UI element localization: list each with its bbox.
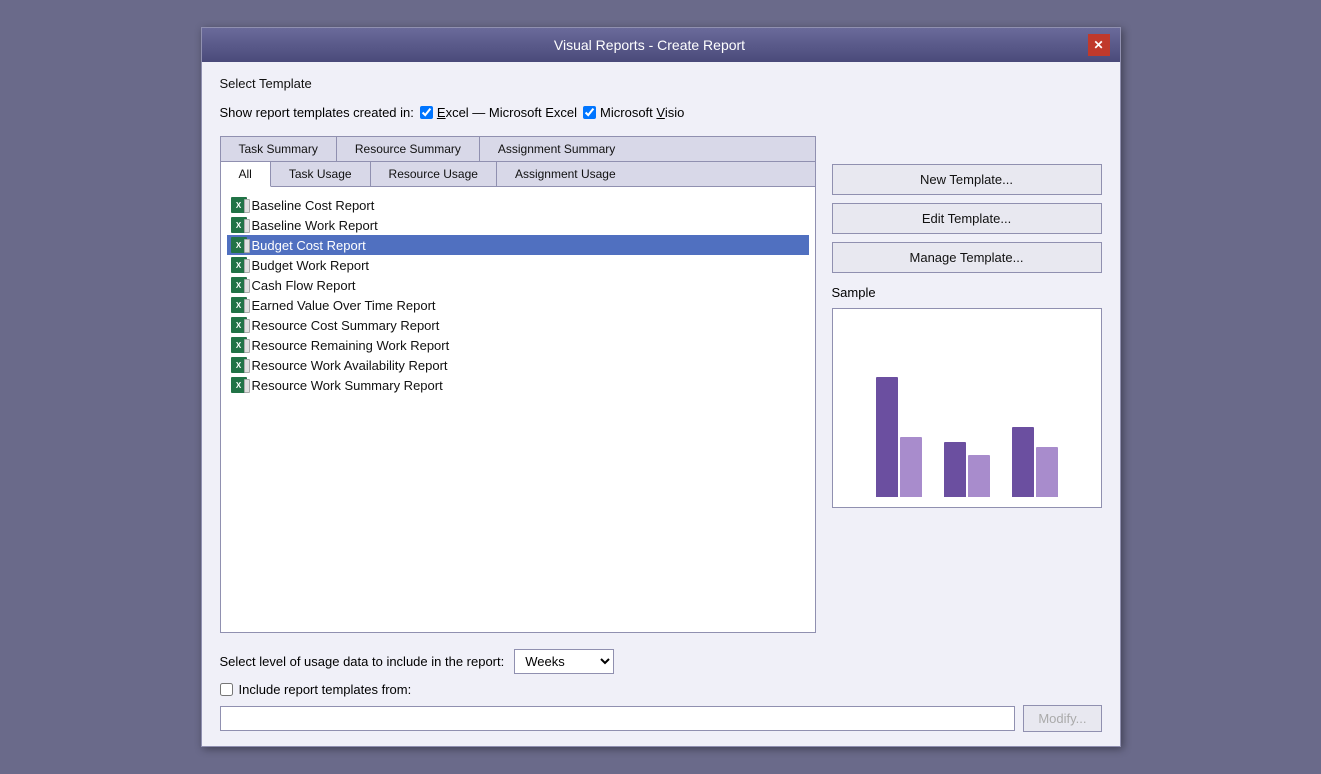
visio-label: Microsoft Visio bbox=[600, 105, 684, 120]
chart-group-3 bbox=[1012, 427, 1058, 497]
usage-row: Select level of usage data to include in… bbox=[220, 649, 1102, 674]
show-created-label: Show report templates created in: bbox=[220, 105, 414, 120]
visio-checkbox-label[interactable]: Microsoft Visio bbox=[583, 105, 684, 120]
close-button[interactable]: ✕ bbox=[1088, 34, 1110, 56]
title-bar: Visual Reports - Create Report ✕ bbox=[202, 28, 1120, 62]
report-label-4: Budget Work Report bbox=[252, 258, 370, 273]
dialog-title: Visual Reports - Create Report bbox=[212, 37, 1088, 53]
report-item-earned-value[interactable]: X Earned Value Over Time Report bbox=[227, 295, 809, 315]
main-area: Task Summary Resource Summary Assignment… bbox=[220, 136, 1102, 633]
show-created-row: Show report templates created in: Excel … bbox=[220, 105, 1102, 120]
report-item-resource-cost-summary[interactable]: X Resource Cost Summary Report bbox=[227, 315, 809, 335]
dialog-body: Select Template Show report templates cr… bbox=[202, 62, 1120, 746]
report-label-7: Resource Cost Summary Report bbox=[252, 318, 440, 333]
excel-icon-2: X bbox=[231, 217, 247, 233]
sample-chart bbox=[832, 308, 1102, 508]
usage-label: Select level of usage data to include in… bbox=[220, 654, 505, 669]
bar-1-1 bbox=[876, 377, 898, 497]
excel-icon-10: X bbox=[231, 377, 247, 393]
excel-icon-7: X bbox=[231, 317, 247, 333]
visio-checkbox[interactable] bbox=[583, 106, 596, 119]
include-row: Include report templates from: bbox=[220, 682, 1102, 697]
report-label-10: Resource Work Summary Report bbox=[252, 378, 443, 393]
chart-group-1 bbox=[876, 377, 922, 497]
bar-3-1 bbox=[1012, 427, 1034, 497]
tab-assignment-usage[interactable]: Assignment Usage bbox=[497, 162, 634, 186]
excel-icon-6: X bbox=[231, 297, 247, 313]
tab-task-usage[interactable]: Task Usage bbox=[271, 162, 371, 186]
tab-task-summary[interactable]: Task Summary bbox=[221, 137, 337, 161]
include-label: Include report templates from: bbox=[239, 682, 412, 697]
edit-template-button[interactable]: Edit Template... bbox=[832, 203, 1102, 234]
usage-select[interactable]: Weeks Days Months bbox=[514, 649, 614, 674]
report-label-8: Resource Remaining Work Report bbox=[252, 338, 450, 353]
report-label-1: Baseline Cost Report bbox=[252, 198, 375, 213]
report-label-9: Resource Work Availability Report bbox=[252, 358, 448, 373]
report-label-2: Baseline Work Report bbox=[252, 218, 378, 233]
tab-resource-summary[interactable]: Resource Summary bbox=[337, 137, 480, 161]
excel-icon-5: X bbox=[231, 277, 247, 293]
new-template-button[interactable]: New Template... bbox=[832, 164, 1102, 195]
manage-template-button[interactable]: Manage Template... bbox=[832, 242, 1102, 273]
report-label-5: Cash Flow Report bbox=[252, 278, 356, 293]
excel-checkbox-label[interactable]: Excel — Microsoft Excel bbox=[420, 105, 577, 120]
excel-icon-8: X bbox=[231, 337, 247, 353]
sample-label: Sample bbox=[832, 285, 1102, 300]
bottom-section: Select level of usage data to include in… bbox=[220, 649, 1102, 732]
report-item-resource-work-summary[interactable]: X Resource Work Summary Report bbox=[227, 375, 809, 395]
tab-row-2: All Task Usage Resource Usage Assignment… bbox=[221, 162, 815, 187]
tab-all[interactable]: All bbox=[221, 162, 271, 187]
select-template-label: Select Template bbox=[220, 76, 1102, 91]
include-checkbox[interactable] bbox=[220, 683, 233, 696]
report-item-baseline-work[interactable]: X Baseline Work Report bbox=[227, 215, 809, 235]
report-item-cash-flow[interactable]: X Cash Flow Report bbox=[227, 275, 809, 295]
bar-2-2 bbox=[968, 455, 990, 497]
tab-assignment-summary[interactable]: Assignment Summary bbox=[480, 137, 633, 161]
left-panel: Task Summary Resource Summary Assignment… bbox=[220, 136, 816, 633]
tabs-container: Task Summary Resource Summary Assignment… bbox=[220, 136, 816, 633]
excel-icon-1: X bbox=[231, 197, 247, 213]
excel-label: Excel — Microsoft Excel bbox=[437, 105, 577, 120]
excel-icon-3: X bbox=[231, 237, 247, 253]
bar-1-2 bbox=[900, 437, 922, 497]
report-item-budget-work[interactable]: X Budget Work Report bbox=[227, 255, 809, 275]
bar-3-2 bbox=[1036, 447, 1058, 497]
report-item-baseline-cost[interactable]: X Baseline Cost Report bbox=[227, 195, 809, 215]
right-panel: New Template... Edit Template... Manage … bbox=[832, 136, 1102, 633]
tab-resource-usage[interactable]: Resource Usage bbox=[371, 162, 497, 186]
excel-icon-4: X bbox=[231, 257, 247, 273]
modify-button[interactable]: Modify... bbox=[1023, 705, 1101, 732]
excel-checkbox[interactable] bbox=[420, 106, 433, 119]
report-list: X Baseline Cost Report X Baseline Work R… bbox=[221, 187, 815, 632]
tab-row-1: Task Summary Resource Summary Assignment… bbox=[221, 137, 815, 162]
path-row: Modify... bbox=[220, 705, 1102, 732]
bar-2-1 bbox=[944, 442, 966, 497]
path-input[interactable] bbox=[220, 706, 1016, 731]
report-item-resource-remaining[interactable]: X Resource Remaining Work Report bbox=[227, 335, 809, 355]
dialog: Visual Reports - Create Report ✕ Select … bbox=[201, 27, 1121, 747]
report-item-resource-availability[interactable]: X Resource Work Availability Report bbox=[227, 355, 809, 375]
chart-group-2 bbox=[944, 442, 990, 497]
report-label-6: Earned Value Over Time Report bbox=[252, 298, 436, 313]
report-label-3: Budget Cost Report bbox=[252, 238, 366, 253]
report-item-budget-cost[interactable]: X Budget Cost Report bbox=[227, 235, 809, 255]
excel-icon-9: X bbox=[231, 357, 247, 373]
